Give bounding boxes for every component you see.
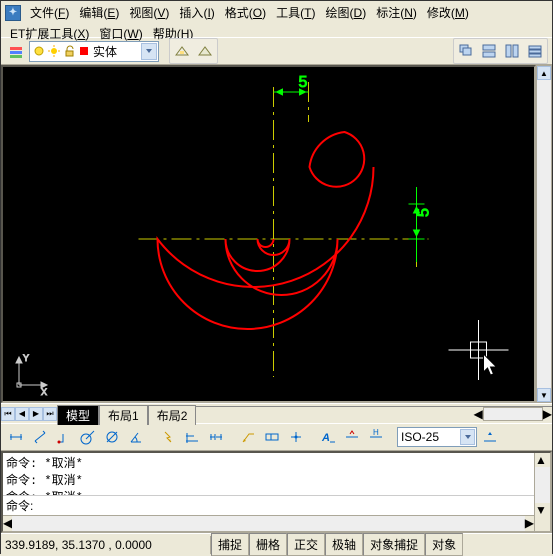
dim-baseline-button[interactable] [181, 426, 203, 448]
hscroll-left-icon[interactable]: ◀ [474, 407, 483, 421]
tab-model[interactable]: 模型 [57, 405, 99, 425]
drawing-canvas[interactable]: 5 5 [1, 65, 536, 403]
status-polar-button[interactable]: 极轴 [325, 533, 363, 556]
window-cascade-button[interactable] [455, 40, 477, 62]
menu-modify[interactable]: 修改(M) [422, 2, 474, 23]
dim-quick-button[interactable] [157, 426, 179, 448]
layer-name: 实体 [93, 43, 117, 60]
menu-insert[interactable]: 插入(I) [174, 2, 219, 23]
layer-iso-group [169, 38, 218, 64]
dim-angular-button[interactable] [125, 426, 147, 448]
tab-next-icon[interactable]: ▶ [29, 407, 43, 421]
dim-style-manager-button[interactable] [479, 426, 501, 448]
dim-center-button[interactable] [285, 426, 307, 448]
toolbar-layers: 实体 [1, 37, 552, 65]
window-list-button[interactable] [524, 40, 546, 62]
workspace: 5 5 [1, 65, 552, 403]
dim-update-button[interactable]: H [365, 426, 387, 448]
menu-draw[interactable]: 绘图(D) [321, 2, 372, 23]
scroll-down-icon[interactable]: ▼ [535, 503, 550, 517]
status-grid-button[interactable]: 栅格 [249, 533, 287, 556]
dim-leader-button[interactable] [237, 426, 259, 448]
window-tile-h-button[interactable] [478, 40, 500, 62]
tab-last-icon[interactable]: ⏭ [43, 407, 57, 421]
menu-tools[interactable]: 工具(T) [271, 2, 320, 23]
tab-prev-icon[interactable]: ◀ [15, 407, 29, 421]
scroll-down-icon[interactable]: ▼ [537, 388, 551, 402]
menu-file[interactable]: 文件(F) [25, 2, 74, 23]
dim-ordinate-button[interactable] [53, 426, 75, 448]
svg-text:A: A [321, 432, 330, 444]
menu-dimension[interactable]: 标注(N) [371, 2, 422, 23]
window-tile-v-button[interactable] [501, 40, 523, 62]
dim-tolerance-button[interactable] [261, 426, 283, 448]
command-hscrollbar[interactable]: ◀ ▶ [3, 515, 534, 531]
dim-style-dropdown[interactable]: ISO-25 [397, 427, 477, 447]
menu-bar: ✦ 文件(F) 编辑(E) 视图(V) 插入(I) 格式(O) 工具(T) 绘图… [1, 1, 552, 37]
dim-style-value: ISO-25 [401, 430, 439, 444]
scroll-up-icon[interactable]: ▲ [535, 453, 550, 467]
dim-edit-button[interactable]: A [317, 426, 339, 448]
menu-view[interactable]: 视图(V) [124, 2, 174, 23]
layer-iso-button[interactable] [171, 40, 193, 62]
scroll-up-icon[interactable]: ▲ [537, 66, 551, 80]
vertical-scrollbar[interactable]: ▲ ▼ [536, 65, 552, 403]
app-logo: ✦ [5, 5, 21, 21]
status-bar: 339.9189, 35.1370 , 0.0000 捕捉 栅格 正交 极轴 对… [1, 533, 552, 555]
layer-dropdown[interactable]: 实体 [29, 41, 159, 62]
dim-v-value: 5 [416, 208, 433, 217]
chevron-down-icon[interactable] [141, 43, 157, 60]
menu-edit[interactable]: 编辑(E) [74, 2, 124, 23]
command-window: 命令: *取消* 命令: *取消* 命令: *取消* 命令: *取消* 命令: … [1, 451, 552, 533]
toolbar-dimension: A H ISO-25 [1, 423, 552, 451]
hscroll-right-icon[interactable]: ▶ [543, 407, 552, 421]
layer-manager-button[interactable] [5, 40, 27, 62]
chevron-down-icon[interactable] [460, 429, 475, 445]
dim-diameter-button[interactable] [101, 426, 123, 448]
status-osnap-button[interactable]: 对象捕捉 [363, 533, 425, 556]
svg-text:Y: Y [23, 353, 29, 363]
window-arrange-group [453, 38, 548, 64]
status-ortho-button[interactable]: 正交 [287, 533, 325, 556]
command-vscrollbar[interactable]: ▲ ▼ ▼ [534, 453, 550, 531]
tab-layout1[interactable]: 布局1 [99, 405, 148, 425]
square-red-icon [78, 45, 90, 57]
status-otrack-button[interactable]: 对象 [425, 533, 463, 556]
dim-linear-button[interactable] [5, 426, 27, 448]
dim-tedit-button[interactable] [341, 426, 363, 448]
command-prompt: 命令: [6, 497, 33, 514]
sun-icon [48, 45, 60, 57]
svg-text:X: X [41, 387, 47, 397]
dim-h-value: 5 [299, 74, 308, 91]
scroll-right-icon[interactable]: ▶ [525, 516, 534, 531]
status-snap-button[interactable]: 捕捉 [211, 533, 249, 556]
dim-aligned-button[interactable] [29, 426, 51, 448]
command-history: 命令: *取消* 命令: *取消* 命令: *取消* 命令: *取消* 命令: … [3, 453, 534, 495]
layer-filter-button[interactable] [194, 40, 216, 62]
tab-layout2[interactable]: 布局2 [148, 405, 197, 425]
tab-first-icon[interactable]: ⏮ [1, 407, 15, 421]
status-coords: 339.9189, 35.1370 , 0.0000 [1, 536, 211, 554]
lock-open-icon [63, 45, 75, 57]
scroll-left-icon[interactable]: ◀ [3, 516, 12, 531]
dim-radius-button[interactable] [77, 426, 99, 448]
svg-text:H: H [373, 429, 379, 437]
layout-tabs-row: ⏮ ◀ ▶ ⏭ 模型 布局1 布局2 ◀ ▶ [1, 403, 552, 423]
dim-continue-button[interactable] [205, 426, 227, 448]
menu-format[interactable]: 格式(O) [220, 2, 271, 23]
command-input-line[interactable]: 命令: [3, 495, 534, 515]
ucs-icon: Y X [13, 351, 53, 391]
bulb-on-icon [33, 45, 45, 57]
